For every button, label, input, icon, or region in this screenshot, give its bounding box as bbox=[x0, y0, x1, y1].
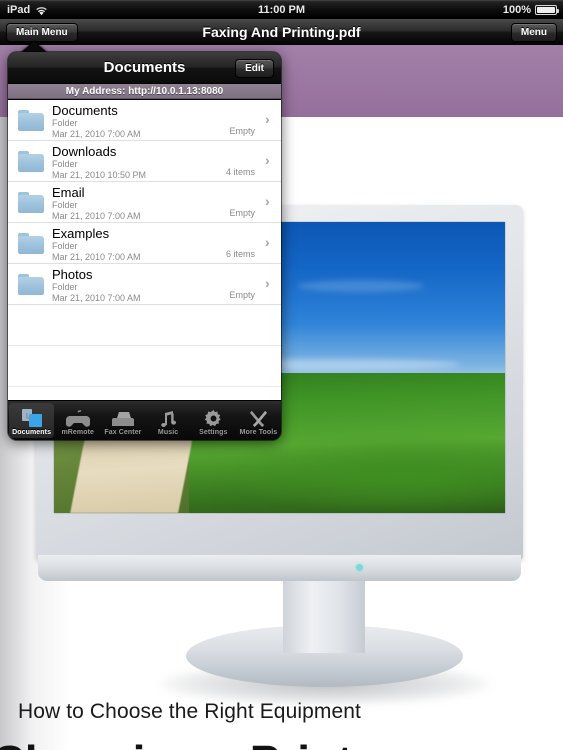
list-item[interactable]: Downloads Folder Mar 21, 2010 10:50 PM 4… bbox=[8, 141, 281, 182]
list-item-placeholder bbox=[8, 387, 281, 400]
gamepad-icon bbox=[65, 408, 90, 428]
monitor-neck bbox=[283, 581, 365, 653]
folder-icon bbox=[18, 192, 44, 213]
battery-percent-label: 100% bbox=[502, 3, 531, 16]
documents-icon bbox=[21, 408, 43, 428]
list-item-name: Photos bbox=[52, 267, 93, 282]
chevron-right-icon: › bbox=[265, 193, 270, 209]
pdf-headline: Choosing a Printer bbox=[0, 735, 563, 750]
list-item-count: 6 items bbox=[225, 249, 255, 259]
chevron-right-icon: › bbox=[265, 275, 270, 291]
folder-icon bbox=[18, 233, 44, 254]
tab-label: More Tools bbox=[239, 428, 278, 436]
gear-icon bbox=[204, 408, 223, 428]
monitor-power-led bbox=[356, 564, 363, 571]
tools-icon bbox=[249, 408, 268, 428]
list-item[interactable]: Email Folder Mar 21, 2010 7:00 AM Empty … bbox=[8, 182, 281, 223]
my-address-bar: My Address: http://10.0.1.13:8080 bbox=[8, 84, 281, 99]
list-item[interactable]: Photos Folder Mar 21, 2010 7:00 AM Empty… bbox=[8, 264, 281, 305]
list-item-placeholder bbox=[8, 346, 281, 387]
tab-label: mRemote bbox=[61, 428, 95, 436]
list-item-placeholder bbox=[8, 305, 281, 346]
monitor-bezel-bottom bbox=[38, 555, 521, 581]
list-item-name: Documents bbox=[52, 103, 118, 118]
list-item-name: Examples bbox=[52, 226, 110, 241]
edit-button[interactable]: Edit bbox=[235, 59, 274, 78]
chevron-right-icon: › bbox=[265, 234, 270, 250]
tab-label: Documents bbox=[12, 428, 52, 436]
pdf-subheading: How to Choose the Right Equipment bbox=[18, 700, 361, 723]
tab-more-tools[interactable]: More Tools bbox=[236, 401, 281, 440]
chevron-right-icon: › bbox=[265, 152, 270, 168]
folder-icon bbox=[18, 110, 44, 131]
list-item[interactable]: Examples Folder Mar 21, 2010 7:00 AM 6 i… bbox=[8, 223, 281, 264]
tab-settings[interactable]: Settings bbox=[191, 401, 236, 440]
list-item-count: Empty bbox=[229, 126, 255, 136]
folder-icon bbox=[18, 151, 44, 172]
list-item-count: 4 items bbox=[225, 167, 255, 177]
list-item-count: Empty bbox=[229, 290, 255, 300]
status-bar-right: 100% bbox=[502, 3, 559, 16]
list-item-count: Empty bbox=[229, 208, 255, 218]
tab-music[interactable]: Music bbox=[146, 401, 191, 440]
navigation-bar: Main Menu Faxing And Printing.pdf Menu bbox=[0, 19, 563, 45]
tab-label: Settings bbox=[199, 428, 228, 436]
battery-full-icon bbox=[535, 4, 559, 15]
popover-header: Documents Edit bbox=[8, 52, 281, 84]
documents-popover[interactable]: Documents Edit My Address: http://10.0.1… bbox=[8, 52, 281, 440]
tab-fax-center[interactable]: Fax Center bbox=[100, 401, 145, 440]
tab-bar[interactable]: Documents mRemote Fax Center Music Setti… bbox=[8, 400, 281, 440]
tab-label: Fax Center bbox=[104, 428, 142, 436]
folder-list[interactable]: Documents Folder Mar 21, 2010 7:00 AM Em… bbox=[8, 100, 281, 400]
menu-button[interactable]: Menu bbox=[510, 23, 557, 42]
folder-icon bbox=[18, 274, 44, 295]
status-bar: iPad 11:00 PM 100% bbox=[0, 0, 563, 19]
tab-label: Music bbox=[157, 428, 179, 436]
photo-cloud bbox=[297, 280, 424, 292]
music-note-icon bbox=[159, 408, 177, 428]
status-bar-clock: 11:00 PM bbox=[257, 3, 306, 16]
tab-documents[interactable]: Documents bbox=[9, 403, 55, 438]
page-title: Faxing And Printing.pdf bbox=[202, 24, 361, 40]
list-item-name: Email bbox=[52, 185, 85, 200]
list-item[interactable]: Documents Folder Mar 21, 2010 7:00 AM Em… bbox=[8, 100, 281, 141]
tab-mremote[interactable]: mRemote bbox=[55, 401, 100, 440]
fax-machine-icon bbox=[111, 408, 135, 428]
chevron-right-icon: › bbox=[265, 111, 270, 127]
list-item-name: Downloads bbox=[52, 144, 117, 159]
